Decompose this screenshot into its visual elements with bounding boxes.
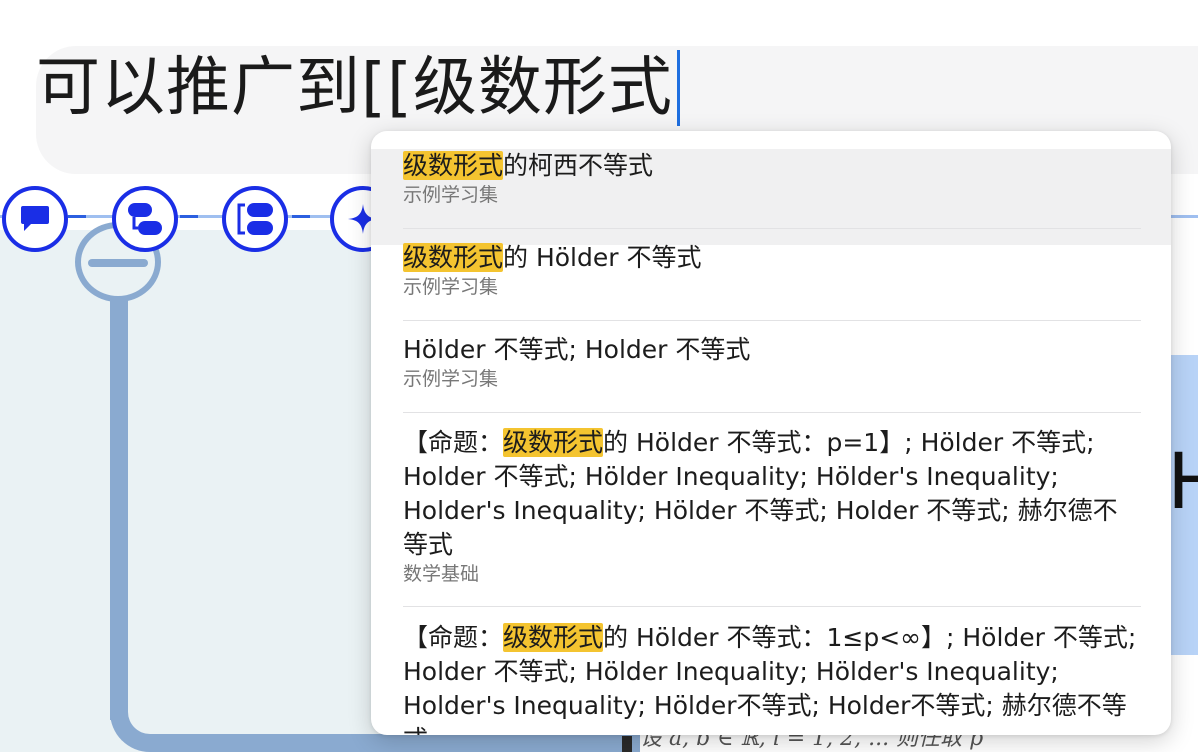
side-node-heading: H (1168, 435, 1198, 526)
add-sibling-node-button[interactable] (222, 186, 288, 252)
text-caret (677, 50, 680, 126)
app-canvas: H 设 a, b ∈ ℝ, i = 1, 2, ... 则任取 p 可以推广到[… (0, 0, 1198, 752)
suggestion-item[interactable]: 级数形式的柯西不等式 示例学习集 (371, 149, 1171, 245)
add-child-node-button[interactable] (112, 186, 178, 252)
divider (403, 606, 1141, 607)
suggestion-prefix: 【命题： (403, 428, 504, 457)
suggestion-source: 数学基础 (403, 563, 480, 585)
suggestion-source: 示例学习集 (403, 276, 499, 298)
divider (403, 412, 1141, 413)
match-highlight: 级数形式 (403, 243, 504, 272)
comment-icon (21, 206, 49, 231)
suggestion-title: Hölder 不等式; Holder 不等式 (403, 333, 1139, 367)
suggestion-title: 【命题：级数形式的 Hölder 不等式：1≤p<∞】; Hölder 不等式;… (403, 621, 1139, 735)
suggestion-prefix: 【命题： (403, 623, 504, 652)
suggestion-item[interactable]: 【命题：级数形式的 Hölder 不等式：1≤p<∞】; Hölder 不等式;… (371, 621, 1171, 735)
suggestion-source: 示例学习集 (403, 184, 499, 206)
suggestion-title: 级数形式的 Hölder 不等式 (403, 241, 1139, 275)
suggestion-title: 级数形式的柯西不等式 (403, 149, 1139, 183)
guide-dash (68, 215, 86, 218)
add-comment-button[interactable] (2, 186, 68, 252)
suggestion-title: 【命题：级数形式的 Hölder 不等式：p=1】; Hölder 不等式; H… (403, 426, 1139, 562)
suggestion-suffix: 的 Hölder 不等式 (503, 243, 702, 272)
suggestion-prefix: Hölder 不等式; Holder 不等式 (403, 335, 751, 364)
suggestion-item[interactable]: 【命题：级数形式的 Hölder 不等式：p=1】; Hölder 不等式; H… (371, 426, 1171, 602)
divider (403, 320, 1141, 321)
guide-dash (180, 215, 198, 218)
match-highlight: 级数形式 (403, 151, 504, 180)
suggestion-item[interactable]: 级数形式的 Hölder 不等式 示例学习集 (371, 241, 1171, 321)
match-highlight: 级数形式 (503, 623, 604, 652)
node-text-input[interactable]: 可以推广到[[级数形式 (36, 48, 673, 128)
sibling-node-icon (237, 203, 273, 235)
suggestion-source: 示例学习集 (403, 368, 499, 390)
divider (403, 228, 1141, 229)
suggestion-suffix: 的柯西不等式 (503, 151, 654, 180)
guide-dash (292, 215, 310, 218)
match-highlight: 级数形式 (503, 428, 604, 457)
canvas-edge (622, 736, 632, 752)
suggestion-item[interactable]: Hölder 不等式; Holder 不等式 示例学习集 (371, 333, 1171, 413)
subnode-icon (128, 203, 162, 235)
tree-connector-vertical (110, 300, 128, 720)
link-autocomplete-dropdown: 级数形式的柯西不等式 示例学习集 级数形式的 Hölder 不等式 示例学习集 … (371, 131, 1171, 735)
minus-icon (88, 259, 148, 267)
